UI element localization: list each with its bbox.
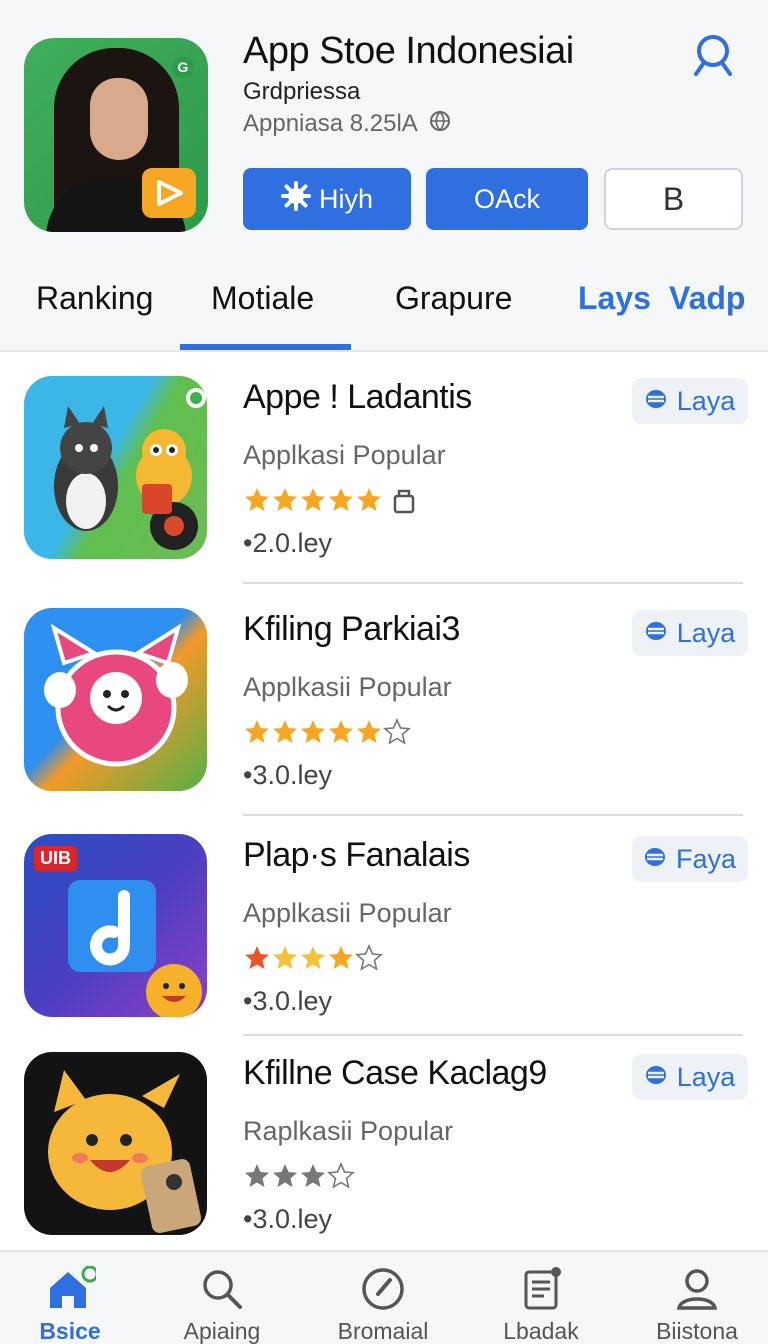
nav-item-explore[interactable]: Bromaial <box>308 1252 458 1344</box>
page-title: App Stoe Indonesiai <box>243 30 574 72</box>
bottom-navigation: Bsice Apiaing Bromaial Lbadak Biistona <box>0 1250 768 1344</box>
app-meta-text: Appniasa 8.25lA <box>243 110 417 137</box>
divider <box>243 814 743 816</box>
play-icon <box>142 168 196 218</box>
tab-vadp[interactable]: Vadp <box>669 280 745 317</box>
app-list-item[interactable]: Kfiling Parkiai3 Applkasii Popular •3.0.… <box>0 608 768 838</box>
install-button[interactable]: Laya <box>632 610 748 656</box>
download-icon <box>645 1062 667 1093</box>
nav-item-home[interactable]: Bsice <box>0 1252 145 1344</box>
developer-name: Grdpriessa <box>243 78 361 105</box>
search-icon <box>694 35 732 76</box>
nav-item-profile[interactable]: Biistona <box>622 1252 768 1344</box>
app-icon-pink-creature <box>24 608 207 791</box>
active-tab-indicator <box>180 344 351 350</box>
star-rating <box>243 942 423 974</box>
app-icon-cartoon-animals <box>24 376 207 559</box>
app-size: •2.0.ley <box>243 528 333 558</box>
nav-label: Biistona <box>656 1318 738 1344</box>
divider <box>243 582 743 584</box>
app-category: Applkasii Popular <box>243 672 452 702</box>
app-icon-yellow-character <box>24 1052 207 1235</box>
app-title: Kfillne Case Kaclag9 <box>243 1054 547 1092</box>
app-list-item[interactable]: Kfillne Case Kaclag9 Raplkasii Popular •… <box>0 1052 768 1282</box>
category-tabs: Ranking Motiale Grapure Lays Vadp <box>0 260 768 352</box>
app-size: •3.0.ley <box>243 1204 333 1234</box>
app-icon-music-note: UIB <box>24 834 207 1017</box>
nav-item-search[interactable]: Apiaing <box>147 1252 297 1344</box>
app-header: G App Stoe Indonesiai Grdpriessa Appnias… <box>0 0 768 260</box>
install-button[interactable]: Laya <box>632 378 748 424</box>
app-list-item[interactable]: Appe ! Ladantis Applkasi Popular •2.0.le… <box>0 376 768 606</box>
gear-icon <box>280 180 311 218</box>
nav-item-updates[interactable]: Lbadak <box>466 1252 616 1344</box>
download-icon <box>645 386 667 417</box>
action-button-primary[interactable]: Hiyh <box>243 168 411 230</box>
g-badge-icon: G <box>172 56 194 78</box>
app-size: •3.0.ley <box>243 760 333 790</box>
search-icon <box>199 1266 245 1317</box>
app-meta: Appniasa 8.25lA <box>243 110 451 139</box>
app-title: Kfiling Parkiai3 <box>243 610 460 648</box>
action-button-outline[interactable]: B <box>604 168 743 230</box>
tab-lays[interactable]: Lays <box>578 280 651 317</box>
app-title: Appe ! Ladantis <box>243 378 472 416</box>
app-category: Applkasi Popular <box>243 440 446 470</box>
app-list-item[interactable]: UIB Plap·s Fanalais Applkasii Popular •3… <box>0 834 768 1064</box>
star-rating <box>243 1160 423 1192</box>
install-button[interactable]: Laya <box>632 1054 748 1100</box>
nav-label: Bsice <box>39 1318 101 1344</box>
tab-motiale[interactable]: Motiale <box>211 280 314 317</box>
action-button-primary-label: Hiyh <box>318 183 373 214</box>
user-icon <box>674 1266 720 1317</box>
app-title: Plap·s Fanalais <box>243 836 470 874</box>
home-icon <box>44 1265 99 1317</box>
install-button-label: Laya <box>676 385 736 416</box>
compass-icon <box>360 1266 406 1317</box>
search-button[interactable] <box>688 30 738 80</box>
clipboard-icon <box>518 1266 564 1317</box>
install-button-label: Laya <box>676 1061 736 1092</box>
tab-grapure[interactable]: Grapure <box>395 280 512 317</box>
app-size: •3.0.ley <box>243 986 333 1016</box>
star-rating <box>243 484 423 516</box>
globe-icon <box>429 110 451 139</box>
app-category: Applkasii Popular <box>243 898 452 928</box>
action-button-secondary[interactable]: OAck <box>426 168 588 230</box>
app-category: Raplkasii Popular <box>243 1116 454 1146</box>
divider <box>243 1034 743 1036</box>
app-profile-image: G <box>24 38 208 232</box>
download-icon <box>645 618 667 649</box>
nav-label: Lbadak <box>503 1318 579 1344</box>
nav-label: Bromaial <box>337 1318 429 1344</box>
star-rating <box>243 716 423 748</box>
download-icon <box>644 844 666 875</box>
install-button[interactable]: Faya <box>632 836 748 882</box>
nav-label: Apiaing <box>183 1318 261 1344</box>
install-button-label: Faya <box>675 843 737 874</box>
tab-ranking[interactable]: Ranking <box>36 280 153 317</box>
install-button-label: Laya <box>676 617 736 648</box>
